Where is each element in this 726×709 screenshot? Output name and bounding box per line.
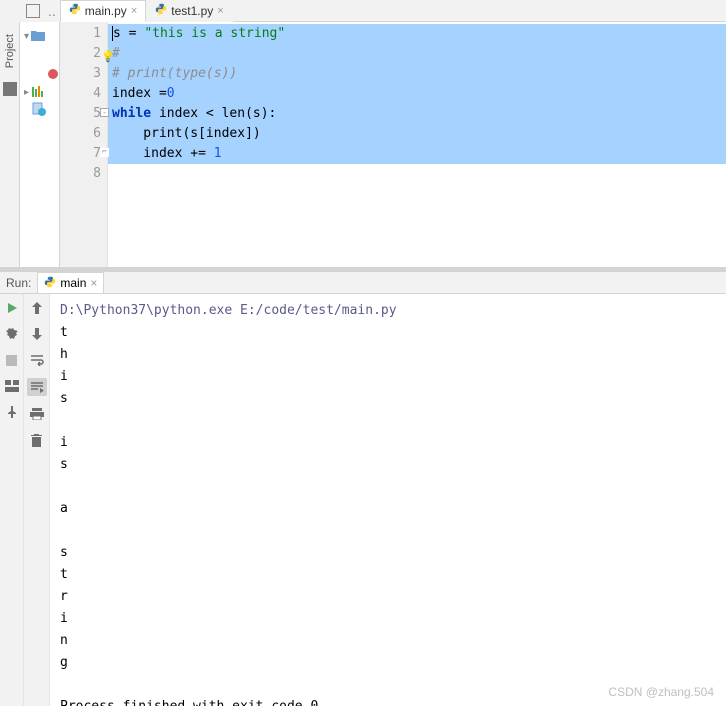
- python-file-icon: [155, 3, 167, 18]
- gutter-line-5[interactable]: 5-: [62, 104, 101, 124]
- close-icon[interactable]: ×: [131, 5, 137, 17]
- project-collapse-icon[interactable]: [26, 4, 40, 18]
- console-output-line: h: [60, 344, 716, 366]
- tab-label: main.py: [85, 4, 127, 18]
- chevron-down-icon[interactable]: ▾: [24, 31, 29, 42]
- gutter-line-8[interactable]: 8: [62, 164, 101, 184]
- tree-item-scratch[interactable]: [22, 100, 57, 118]
- pin-button[interactable]: [4, 404, 20, 420]
- run-tab-main[interactable]: main ×: [37, 272, 104, 293]
- code-line-2[interactable]: #: [108, 44, 726, 64]
- tab-label: test1.py: [171, 4, 213, 18]
- console-command-line: D:\Python37\python.exe E:/code/test/main…: [60, 300, 716, 322]
- code-line-3[interactable]: # print(type(s)): [108, 64, 726, 84]
- code-editor[interactable]: 1 2💡 3 4 5- 6 7⌐ 8 s = "this is a string…: [60, 22, 726, 267]
- run-header: Run: main ×: [0, 272, 726, 294]
- console-output-line: i: [60, 366, 716, 388]
- folder-icon: [31, 30, 45, 42]
- console-output-line: g: [60, 652, 716, 674]
- console-output[interactable]: D:\Python37\python.exe E:/code/test/main…: [50, 294, 726, 706]
- tree-item[interactable]: ▸: [22, 84, 57, 100]
- close-icon[interactable]: ×: [90, 276, 97, 290]
- code-line-6[interactable]: print(s[index]): [108, 124, 726, 144]
- python-file-icon: [69, 3, 81, 18]
- run-toolbar-right: [24, 294, 50, 706]
- tab-test1-py[interactable]: test1.py ×: [146, 0, 232, 22]
- up-button[interactable]: [29, 300, 45, 316]
- tab-main-py[interactable]: main.py ×: [60, 0, 146, 22]
- console-output-line: i: [60, 432, 716, 454]
- project-tree[interactable]: ▾ ▸: [20, 22, 60, 267]
- breakpoint-icon[interactable]: [48, 69, 58, 79]
- project-tool-window-stripe[interactable]: Project: [0, 22, 20, 267]
- console-output-line: r: [60, 586, 716, 608]
- scratch-icon: [32, 102, 46, 116]
- scroll-to-end-button[interactable]: [27, 378, 47, 396]
- gutter-line-6[interactable]: 6: [62, 124, 101, 144]
- console-output-line: a: [60, 498, 716, 520]
- layout-button[interactable]: [4, 378, 20, 394]
- watermark: CSDN @zhang.504: [608, 685, 714, 699]
- console-output-line: t: [60, 564, 716, 586]
- breadcrumb-dots[interactable]: ..: [44, 3, 60, 19]
- console-output-line: [60, 476, 716, 498]
- run-tool-window: Run: main × D:\Python37\python.exe E:/co…: [0, 271, 726, 706]
- tool-window-icon[interactable]: [3, 82, 17, 96]
- project-tool-label[interactable]: Project: [2, 26, 18, 76]
- gutter-line-7[interactable]: 7⌐: [62, 144, 101, 164]
- console-output-line: t: [60, 322, 716, 344]
- soft-wrap-button[interactable]: [29, 352, 45, 368]
- console-output-line: s: [60, 388, 716, 410]
- code-line-8[interactable]: [108, 164, 726, 184]
- code-text[interactable]: s = "this is a string" # # print(type(s)…: [108, 22, 726, 267]
- code-line-7[interactable]: index += 1: [108, 144, 726, 164]
- settings-button[interactable]: [4, 326, 20, 342]
- run-tab-label: main: [60, 276, 86, 290]
- gutter-line-1[interactable]: 1: [62, 24, 101, 44]
- code-line-1[interactable]: s = "this is a string": [108, 24, 726, 44]
- chevron-right-icon[interactable]: ▸: [24, 87, 29, 98]
- run-body: D:\Python37\python.exe E:/code/test/main…: [0, 294, 726, 706]
- tree-root[interactable]: ▾: [22, 28, 57, 44]
- fold-icon[interactable]: -: [100, 108, 109, 117]
- console-output-line: [60, 410, 716, 432]
- stop-button[interactable]: [4, 352, 20, 368]
- rerun-button[interactable]: [4, 300, 20, 316]
- project-tool-header: [0, 0, 20, 22]
- console-output-line: s: [60, 542, 716, 564]
- fold-end-icon[interactable]: ⌐: [100, 148, 109, 157]
- code-line-4[interactable]: index =0: [108, 84, 726, 104]
- gutter-line-4[interactable]: 4: [62, 84, 101, 104]
- run-panel-label: Run:: [6, 276, 31, 290]
- main-area: Project ▾ ▸ 1 2💡 3 4 5- 6 7⌐ 8 s = "this…: [0, 22, 726, 267]
- editor-gutter[interactable]: 1 2💡 3 4 5- 6 7⌐ 8: [60, 22, 108, 267]
- console-output-line: n: [60, 630, 716, 652]
- tabs-bar: .. main.py × test1.py ×: [0, 0, 726, 22]
- gutter-line-2[interactable]: 2💡: [62, 44, 101, 64]
- bars-icon: [31, 86, 45, 98]
- gutter-line-3[interactable]: 3: [62, 64, 101, 84]
- close-icon[interactable]: ×: [217, 5, 223, 17]
- console-output-line: s: [60, 454, 716, 476]
- console-output-line: [60, 520, 716, 542]
- run-toolbar-left: [0, 294, 24, 706]
- down-button[interactable]: [29, 326, 45, 342]
- console-output-line: i: [60, 608, 716, 630]
- editor-tabs: .. main.py × test1.py ×: [20, 0, 233, 22]
- python-file-icon: [44, 276, 56, 291]
- print-button[interactable]: [29, 406, 45, 422]
- intention-bulb-icon[interactable]: 💡: [101, 47, 115, 67]
- code-line-5[interactable]: while index < len(s):: [108, 104, 726, 124]
- delete-button[interactable]: [29, 432, 45, 448]
